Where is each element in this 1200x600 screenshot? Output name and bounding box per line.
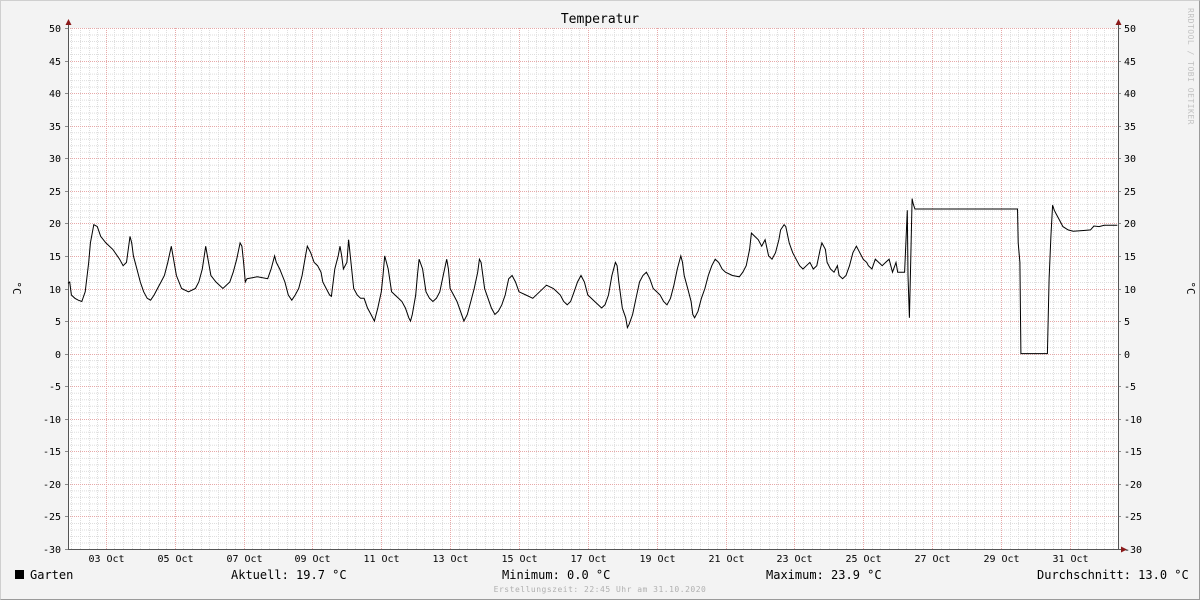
x-tick-label: 15 Oct — [501, 554, 537, 565]
y-tick-label-right: -20 — [1124, 480, 1142, 491]
legend-minimum: Minimum: 0.0 °C — [502, 568, 611, 582]
y-tick-label-right: 15 — [1124, 252, 1136, 263]
y-tick-label-left: 10 — [49, 285, 61, 296]
y-tick-label-left: -20 — [43, 480, 61, 491]
y-tick-label-left: -30 — [43, 545, 61, 556]
y-tick-label-left: 50 — [49, 24, 61, 35]
y-axis-label-left: °C — [10, 281, 23, 294]
y-tick-label-right: 35 — [1124, 122, 1136, 133]
x-tick-label: 29 Oct — [983, 554, 1019, 565]
y-tick-label-left: 0 — [55, 350, 61, 361]
y-tick-label-left: -10 — [43, 415, 61, 426]
y-tick-label-left: -15 — [43, 447, 61, 458]
x-tick-label: 25 Oct — [845, 554, 881, 565]
x-tick-label: 09 Oct — [294, 554, 330, 565]
y-tick-label-right: 10 — [1124, 285, 1136, 296]
y-tick-label-right: 40 — [1124, 89, 1136, 100]
y-tick-label-left: 30 — [49, 154, 61, 165]
legend-current: Aktuell: 19.7 °C — [231, 568, 347, 582]
legend-series-name: Garten — [30, 568, 74, 582]
y-tick-label-right: -5 — [1124, 382, 1136, 393]
y-tick-label-left: 20 — [49, 219, 61, 230]
legend-average: Durchschnitt: 13.0 °C — [1037, 568, 1189, 582]
y-axis-label-right: °C — [1184, 281, 1197, 294]
x-tick-label: 13 Oct — [432, 554, 468, 565]
y-tick-label-left: -5 — [49, 382, 61, 393]
legend-swatch-garten — [15, 570, 24, 579]
legend-maximum: Maximum: 23.9 °C — [766, 568, 882, 582]
x-tick-label: 19 Oct — [639, 554, 675, 565]
creation-time-note: Erstellungszeit: 22:45 Uhr am 31.10.2020 — [493, 585, 707, 594]
x-tick-label: 07 Oct — [226, 554, 262, 565]
y-tick-label-right: 20 — [1124, 219, 1136, 230]
y-tick-label-left: 15 — [49, 252, 61, 263]
y-tick-label-right: -10 — [1124, 415, 1142, 426]
y-tick-label-left: -25 — [43, 512, 61, 523]
y-tick-label-left: 25 — [49, 187, 61, 198]
y-tick-label-right: 25 — [1124, 187, 1136, 198]
y-axis-arrow-left — [65, 19, 72, 25]
y-tick-label-right: -15 — [1124, 447, 1142, 458]
y-tick-label-right: 45 — [1124, 57, 1136, 68]
y-tick-label-left: 5 — [55, 317, 61, 328]
y-axis-arrow-right — [1115, 19, 1122, 25]
x-tick-label: 03 Oct — [88, 554, 124, 565]
y-tick-label-right: -30 — [1124, 545, 1142, 556]
y-tick-label-right: -25 — [1124, 512, 1142, 523]
y-tick-label-left: 35 — [49, 122, 61, 133]
y-tick-label-right: 5 — [1124, 317, 1130, 328]
x-tick-label: 17 Oct — [570, 554, 606, 565]
x-tick-label: 23 Oct — [776, 554, 812, 565]
y-tick-label-left: 40 — [49, 89, 61, 100]
y-tick-label-right: 30 — [1124, 154, 1136, 165]
y-tick-label-right: 0 — [1124, 350, 1130, 361]
x-tick-label: 05 Oct — [157, 554, 193, 565]
watermark: RRDTOOL / TOBI OETIKER — [1186, 8, 1195, 125]
temperature-chart: 50 5045 4540 4035 3530 3025 2520 2015 1510 105 50 0… — [10, 8, 1197, 565]
x-tick-label: 27 Oct — [914, 554, 950, 565]
y-tick-label-right: 50 — [1124, 24, 1136, 35]
x-tick-label: 21 Oct — [708, 554, 744, 565]
y-tick-label-left: 45 — [49, 57, 61, 68]
x-tick-label: 31 Oct — [1052, 554, 1088, 565]
x-tick-label: 11 Oct — [363, 554, 399, 565]
chart-title: Temperatur — [561, 12, 639, 27]
